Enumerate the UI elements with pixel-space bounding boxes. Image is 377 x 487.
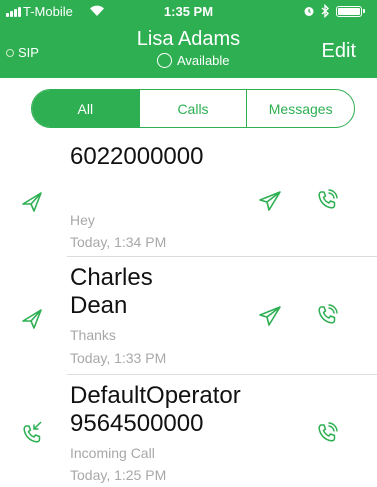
tab-all[interactable]: All xyxy=(32,90,139,127)
history-item[interactable]: DefaultOperator 9564500000 Incoming Call… xyxy=(0,375,377,487)
call-icon[interactable] xyxy=(315,188,339,212)
availability-label: Available xyxy=(177,53,230,68)
tab-messages[interactable]: Messages xyxy=(246,90,354,127)
call-icon[interactable] xyxy=(315,303,339,327)
call-icon[interactable] xyxy=(315,421,339,445)
bluetooth-icon xyxy=(321,4,330,18)
history-item-title: 6022000000 xyxy=(70,143,204,170)
battery-icon xyxy=(336,6,365,17)
contact-name: Lisa Adams xyxy=(136,28,241,50)
history-item-timestamp: Today, 1:34 PM xyxy=(70,234,167,250)
tab-calls[interactable]: Calls xyxy=(138,90,247,127)
filter-segmented-control: All Calls Messages xyxy=(31,89,355,128)
edit-button[interactable]: Edit xyxy=(322,40,356,63)
history-item-title: Charles Dean xyxy=(70,264,153,319)
history-item-subtitle: Thanks xyxy=(70,327,116,343)
history-item-subtitle: Hey xyxy=(70,212,95,228)
incoming-call-icon xyxy=(23,421,42,443)
sent-message-icon xyxy=(22,192,42,212)
alarm-icon xyxy=(304,7,314,16)
history-item-timestamp: Today, 1:33 PM xyxy=(70,350,167,366)
send-message-icon[interactable] xyxy=(257,189,283,213)
history-item[interactable]: 6022000000 Hey Today, 1:34 PM xyxy=(0,138,377,255)
history-item-subtitle: Incoming Call xyxy=(70,445,155,461)
availability-indicator-icon xyxy=(157,53,172,68)
history-item[interactable]: Charles Dean Thanks Today, 1:33 PM xyxy=(0,257,377,374)
status-bar: T-Mobile 1:35 PM xyxy=(0,0,377,22)
availability-status[interactable]: Available xyxy=(157,53,230,68)
sent-message-icon xyxy=(22,309,42,329)
send-message-icon[interactable] xyxy=(257,304,283,328)
history-item-title: DefaultOperator 9564500000 xyxy=(70,382,241,437)
history-item-timestamp: Today, 1:25 PM xyxy=(70,467,167,483)
app-header: T-Mobile 1:35 PM SIP Lisa Adams Availabl… xyxy=(0,0,377,78)
